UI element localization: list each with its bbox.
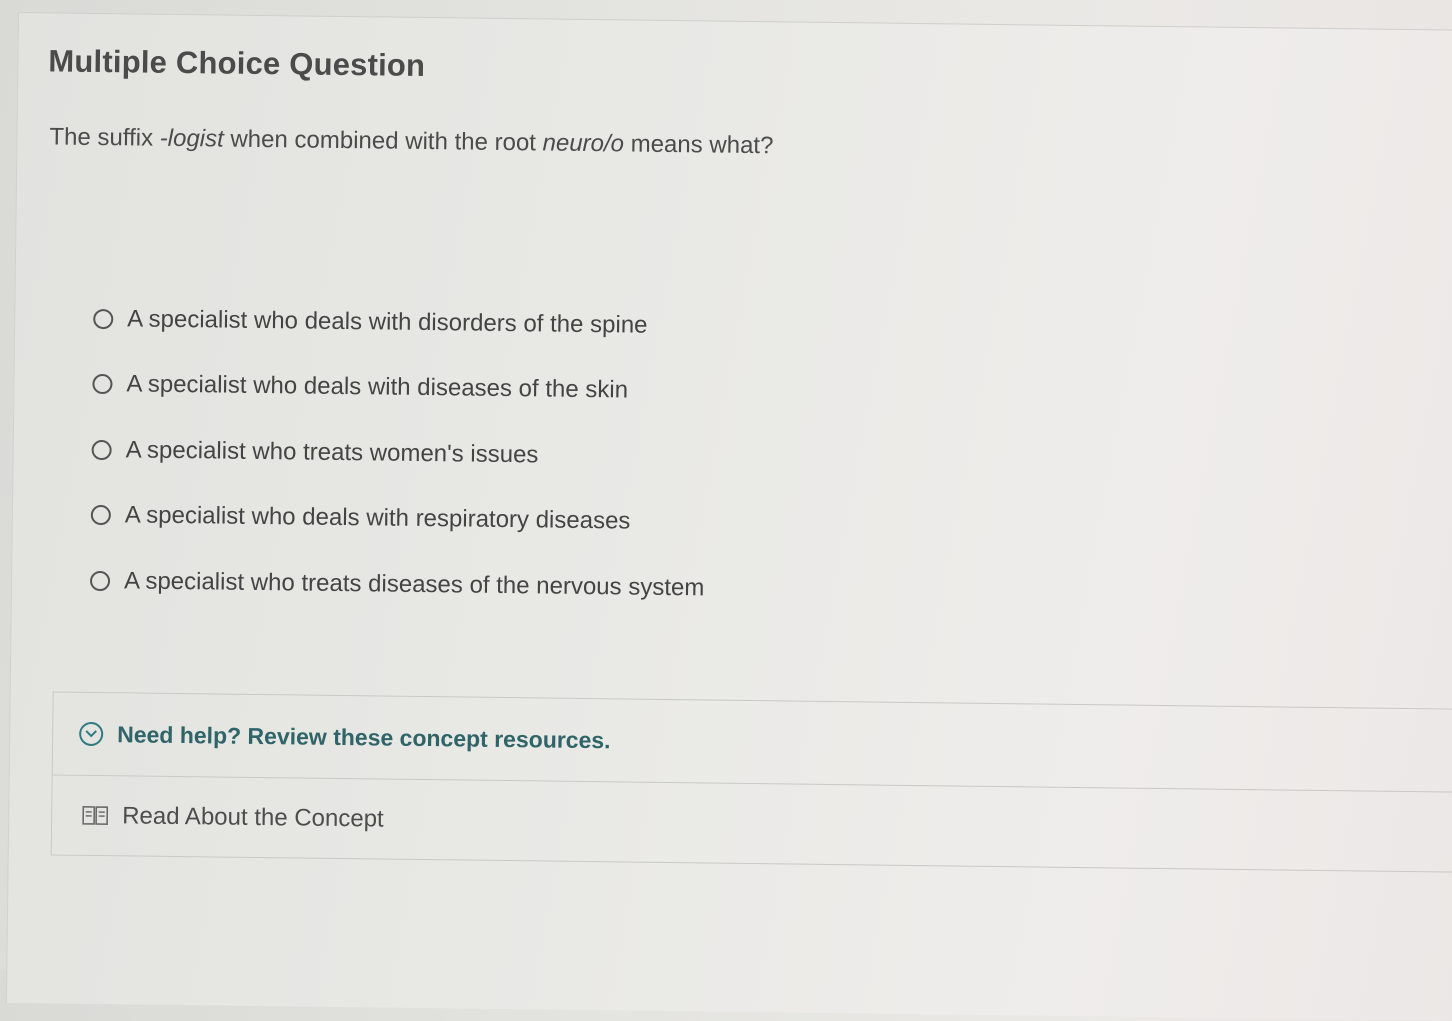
read-concept-link[interactable]: Read About the Concept — [52, 775, 1452, 872]
read-concept-label: Read About the Concept — [122, 802, 384, 833]
answer-option-4[interactable]: A specialist who deals with respiratory … — [90, 482, 705, 555]
prompt-suffix-term: -logist — [160, 125, 224, 153]
answer-option-label: A specialist who treats women's issues — [125, 436, 538, 469]
answer-option-label: A specialist who treats diseases of the … — [124, 567, 705, 602]
concept-resources-label: Need help? Review these concept resource… — [117, 721, 611, 754]
question-prompt: The suffix -logist when combined with th… — [49, 123, 773, 160]
answer-options: A specialist who deals with disorders of… — [90, 286, 708, 621]
prompt-root-term: neuro/o — [542, 129, 624, 157]
radio-button[interactable] — [92, 440, 112, 460]
answer-option-3[interactable]: A specialist who treats women's issues — [91, 417, 706, 490]
prompt-middle: when combined with the root — [224, 126, 543, 157]
answer-option-1[interactable]: A specialist who deals with disorders of… — [93, 286, 708, 359]
question-type-title: Multiple Choice Question — [48, 43, 425, 84]
answer-option-label: A specialist who deals with diseases of … — [126, 371, 628, 405]
answer-option-5[interactable]: A specialist who treats diseases of the … — [90, 548, 705, 621]
prompt-prefix: The suffix — [49, 123, 160, 151]
answer-option-2[interactable]: A specialist who deals with diseases of … — [92, 351, 707, 424]
chevron-down-icon — [79, 722, 103, 746]
prompt-end: means what? — [624, 130, 774, 159]
book-icon — [82, 805, 108, 827]
concept-resources-panel: Need help? Review these concept resource… — [51, 691, 1452, 872]
radio-button[interactable] — [91, 505, 111, 525]
radio-button[interactable] — [92, 374, 112, 394]
question-panel: Multiple Choice Question The suffix -log… — [6, 12, 1452, 1021]
answer-option-label: A specialist who deals with respiratory … — [125, 502, 631, 536]
answer-option-label: A specialist who deals with disorders of… — [127, 305, 648, 339]
radio-button[interactable] — [93, 309, 113, 329]
radio-button[interactable] — [90, 571, 110, 591]
